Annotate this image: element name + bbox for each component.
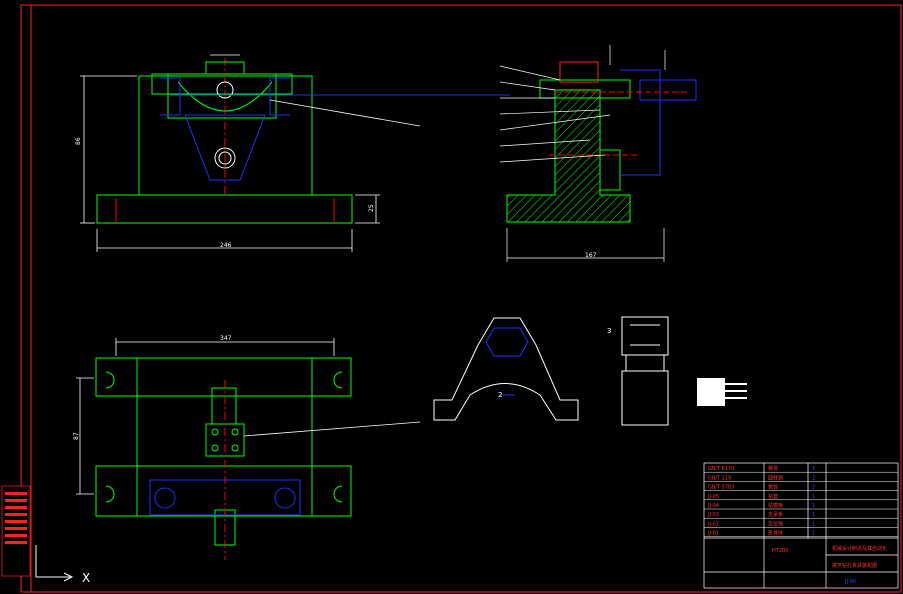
ucs-x-label: X [82, 571, 90, 585]
bom-cell-qty: 1 [812, 503, 815, 509]
title-school: 机械设计制造及其自动化 [832, 545, 887, 552]
bom-cell-name: 钻模板 [768, 502, 783, 509]
bom-cell-code: GB/T 5783 [708, 485, 734, 491]
bom-cell-name: 圆柱销 [768, 474, 783, 481]
fork-side-detail [621, 316, 669, 426]
cad-drawing-canvas: 246 86 25 167 347 87 2 3 GB/T 6170 螺母 1G… [1, 4, 902, 593]
title-material: HT200 [772, 548, 788, 554]
bom-cell-name: 螺母 [768, 465, 778, 472]
front-base-dim: 25 [368, 204, 375, 212]
bom-cell-code: JJ-02 [707, 521, 719, 527]
bom-cell-name: 定位销 [768, 520, 783, 527]
front-width-dim: 246 [220, 242, 232, 249]
bom-cell-qty: 1 [812, 531, 815, 537]
bom-cell-code: JJ-04 [707, 503, 719, 509]
front-view [96, 58, 353, 224]
bom-cell-code: GB/T 119 [708, 475, 731, 481]
bom-cell-name: 钻套 [768, 493, 778, 500]
bom-cell-qty: 1 [812, 466, 815, 472]
legend-block [697, 378, 747, 406]
bom-cell-name: 支承板 [768, 511, 783, 518]
plan-height-dim: 87 [73, 432, 80, 440]
title-drawing-no: JJ-00 [844, 579, 856, 585]
bom-cell-name: 螺栓 [768, 484, 778, 491]
layer-panel [1, 485, 31, 577]
title-drawing-title: 拨叉钻孔夹具装配图 [832, 562, 877, 569]
side-section-view [506, 61, 697, 223]
ucs-icon [35, 545, 74, 582]
bom-cell-qty: 2 [812, 475, 815, 481]
side-width-dim: 167 [585, 252, 597, 259]
front-height-dim: 86 [75, 137, 82, 145]
fork-part-detail [433, 317, 579, 421]
bom-table: GB/T 6170 螺母 1 GB/T 119 圆柱销 2 GB/T 5783 螺栓 2 JJ-0… [704, 465, 898, 537]
plan-top-dim: 347 [220, 335, 232, 342]
part-callout: 2 [498, 391, 502, 399]
title-block [703, 462, 899, 589]
bom-cell-qty: 1 [812, 494, 815, 500]
bom-cell-qty: 1 [812, 521, 815, 527]
bom-cell-qty: 2 [812, 485, 815, 491]
bom-cell-code: JJ-03 [707, 512, 719, 518]
plan-view-dimensions [76, 338, 421, 495]
bom-cell-code: JJ-01 [707, 531, 719, 537]
bom-cell-name: 夹具体 [768, 530, 783, 537]
bom-cell-code: GB/T 6170 [708, 466, 734, 472]
plan-view [95, 357, 352, 560]
bom-cell-qty: 1 [812, 512, 815, 518]
bom-cell-code: JJ-05 [707, 494, 719, 500]
side-callout: 3 [607, 327, 611, 335]
